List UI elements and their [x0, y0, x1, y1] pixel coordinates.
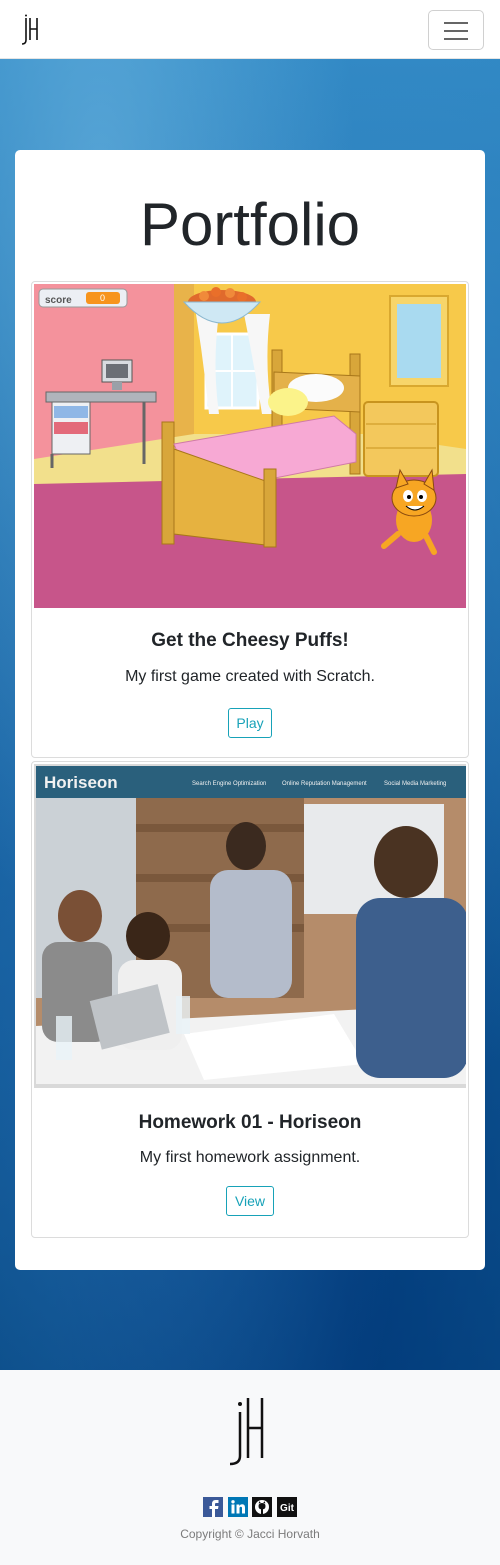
hamburger-bar [444, 30, 468, 32]
navbar-toggler-button[interactable] [428, 10, 484, 50]
scratch-game-thumbnail[interactable]: score 0 [34, 284, 466, 608]
github-icon[interactable] [252, 1497, 272, 1517]
navbar [0, 0, 500, 59]
hamburger-bar [444, 38, 468, 40]
page-title: Portfolio [139, 191, 361, 258]
git-icon-label: Git [280, 1503, 295, 1514]
horiseon-brand: Horiseon [44, 773, 118, 792]
copyright-text: Copyright © Jacci Horvath [180, 1527, 320, 1541]
git-icon[interactable]: Git [277, 1497, 297, 1517]
play-button[interactable]: Play [228, 708, 272, 738]
horiseon-thumbnail[interactable]: Horiseon Search Engine Optimization Onli… [34, 764, 466, 1088]
project-card-cheesy-puffs: score 0 Get the Cheesy Puffs! My first g… [31, 281, 469, 758]
card-description: My first homework assignment. [139, 1149, 361, 1166]
scratch-bedroom-image: score 0 [34, 284, 466, 608]
linkedin-icon[interactable] [228, 1497, 248, 1517]
horiseon-site-image: Horiseon Search Engine Optimization Onli… [36, 766, 466, 1088]
card-description: My first game created with Scratch. [125, 668, 375, 685]
facebook-icon[interactable] [203, 1497, 223, 1517]
jh-logo-icon[interactable] [20, 14, 40, 46]
card-title: Get the Cheesy Puffs! [151, 630, 349, 651]
project-card-horiseon: Horiseon Search Engine Optimization Onli… [31, 761, 469, 1238]
portfolio-panel: Portfolio score 0 Get the Cheesy Puffs! … [15, 150, 485, 1270]
horiseon-nav-orm: Online Reputation Management [282, 781, 367, 787]
jh-logo-icon[interactable] [226, 1392, 266, 1468]
score-value: 0 [100, 293, 105, 303]
footer: Git Copyright © Jacci Horvath [0, 1370, 500, 1565]
view-button[interactable]: View [226, 1186, 274, 1216]
horiseon-nav-seo: Search Engine Optimization [192, 781, 266, 787]
score-label: score [45, 295, 72, 306]
card-title: Homework 01 - Horiseon [138, 1112, 362, 1133]
horiseon-nav-smm: Social Media Marketing [384, 781, 446, 787]
hamburger-menu-icon [444, 22, 468, 24]
